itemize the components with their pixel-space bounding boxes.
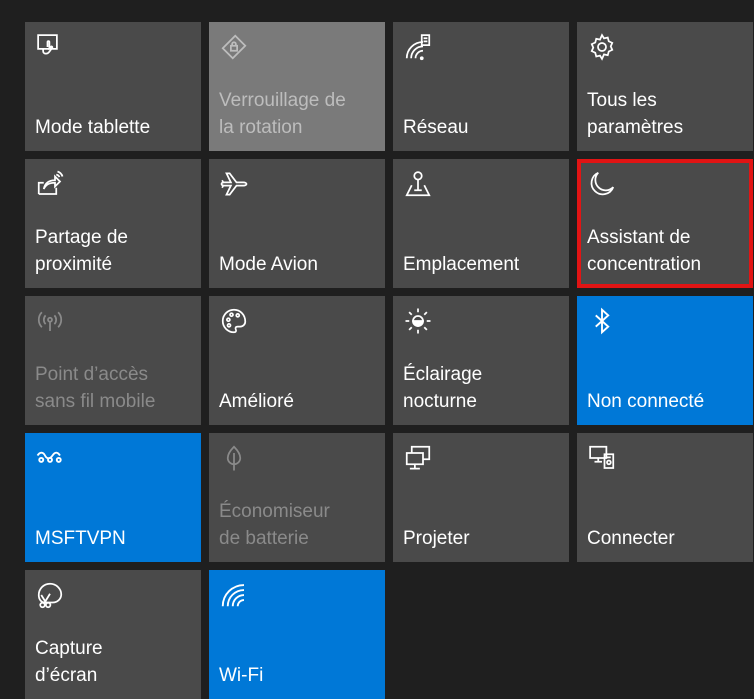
tile-label: Wi-Fi [219, 665, 264, 686]
tile-label: Point d’accès sans fil mobile [35, 364, 156, 412]
quick-actions-grid: Mode tablette Verrouillage de la rotatio… [25, 22, 753, 699]
tile-bluetooth[interactable]: Non connecté [577, 296, 753, 425]
tile-label: Verrouillage de la rotation [219, 90, 346, 138]
tile-nearby-sharing[interactable]: Partage de proximité [25, 159, 201, 288]
vpn-icon [35, 443, 65, 473]
tile-label: Partage de proximité [35, 227, 128, 275]
tile-label: Mode tablette [35, 117, 151, 138]
tile-label: Tous les paramètres [587, 90, 684, 138]
tile-improved[interactable]: Amélioré [209, 296, 385, 425]
tile-battery-saver[interactable]: Économiseur de batterie [209, 433, 385, 562]
moon-icon [587, 169, 617, 199]
tile-label: Emplacement [403, 254, 520, 275]
tile-wifi[interactable]: Wi-Fi [209, 570, 385, 699]
tile-project[interactable]: Projeter [393, 433, 569, 562]
tile-label: Économiseur de batterie [219, 501, 330, 549]
tile-mobile-hotspot[interactable]: Point d’accès sans fil mobile [25, 296, 201, 425]
tile-night-light[interactable]: Éclairage nocturne [393, 296, 569, 425]
tile-label: Amélioré [219, 391, 294, 412]
location-icon [403, 169, 433, 199]
tile-label: Assistant de concentration [587, 227, 702, 275]
tile-label: Capture d’écran [35, 638, 103, 686]
tile-focus-assist[interactable]: Assistant de concentration [577, 159, 753, 288]
tile-all-settings[interactable]: Tous les paramètres [577, 22, 753, 151]
tile-label: MSFTVPN [35, 528, 126, 549]
connect-icon [587, 443, 617, 473]
bluetooth-icon [587, 306, 617, 336]
hotspot-icon [35, 306, 65, 336]
action-center-quick-actions: Mode tablette Verrouillage de la rotatio… [0, 0, 754, 699]
wifi-icon [219, 580, 249, 610]
gear-icon [587, 32, 617, 62]
tablet-mode-icon [35, 32, 65, 62]
project-icon [403, 443, 433, 473]
tile-network[interactable]: Réseau [393, 22, 569, 151]
tile-label: Connecter [587, 528, 675, 549]
rotation-lock-icon [219, 32, 249, 62]
tile-location[interactable]: Emplacement [393, 159, 569, 288]
tile-label: Éclairage nocturne [403, 364, 483, 412]
brightness-icon [403, 306, 433, 336]
tile-airplane-mode[interactable]: Mode Avion [209, 159, 385, 288]
tile-label: Projeter [403, 528, 470, 549]
airplane-icon [219, 169, 249, 199]
tile-label: Mode Avion [219, 254, 318, 275]
share-icon [35, 169, 65, 199]
tile-rotation-lock[interactable]: Verrouillage de la rotation [209, 22, 385, 151]
palette-icon [219, 306, 249, 336]
snip-icon [35, 580, 65, 610]
tile-label: Réseau [403, 117, 469, 138]
tile-label: Non connecté [587, 391, 705, 412]
tile-tablet-mode[interactable]: Mode tablette [25, 22, 201, 151]
tile-screen-snip[interactable]: Capture d’écran [25, 570, 201, 699]
tile-connect[interactable]: Connecter [577, 433, 753, 562]
tile-vpn[interactable]: MSFTVPN [25, 433, 201, 562]
leaf-icon [219, 443, 249, 473]
network-icon [403, 32, 433, 62]
